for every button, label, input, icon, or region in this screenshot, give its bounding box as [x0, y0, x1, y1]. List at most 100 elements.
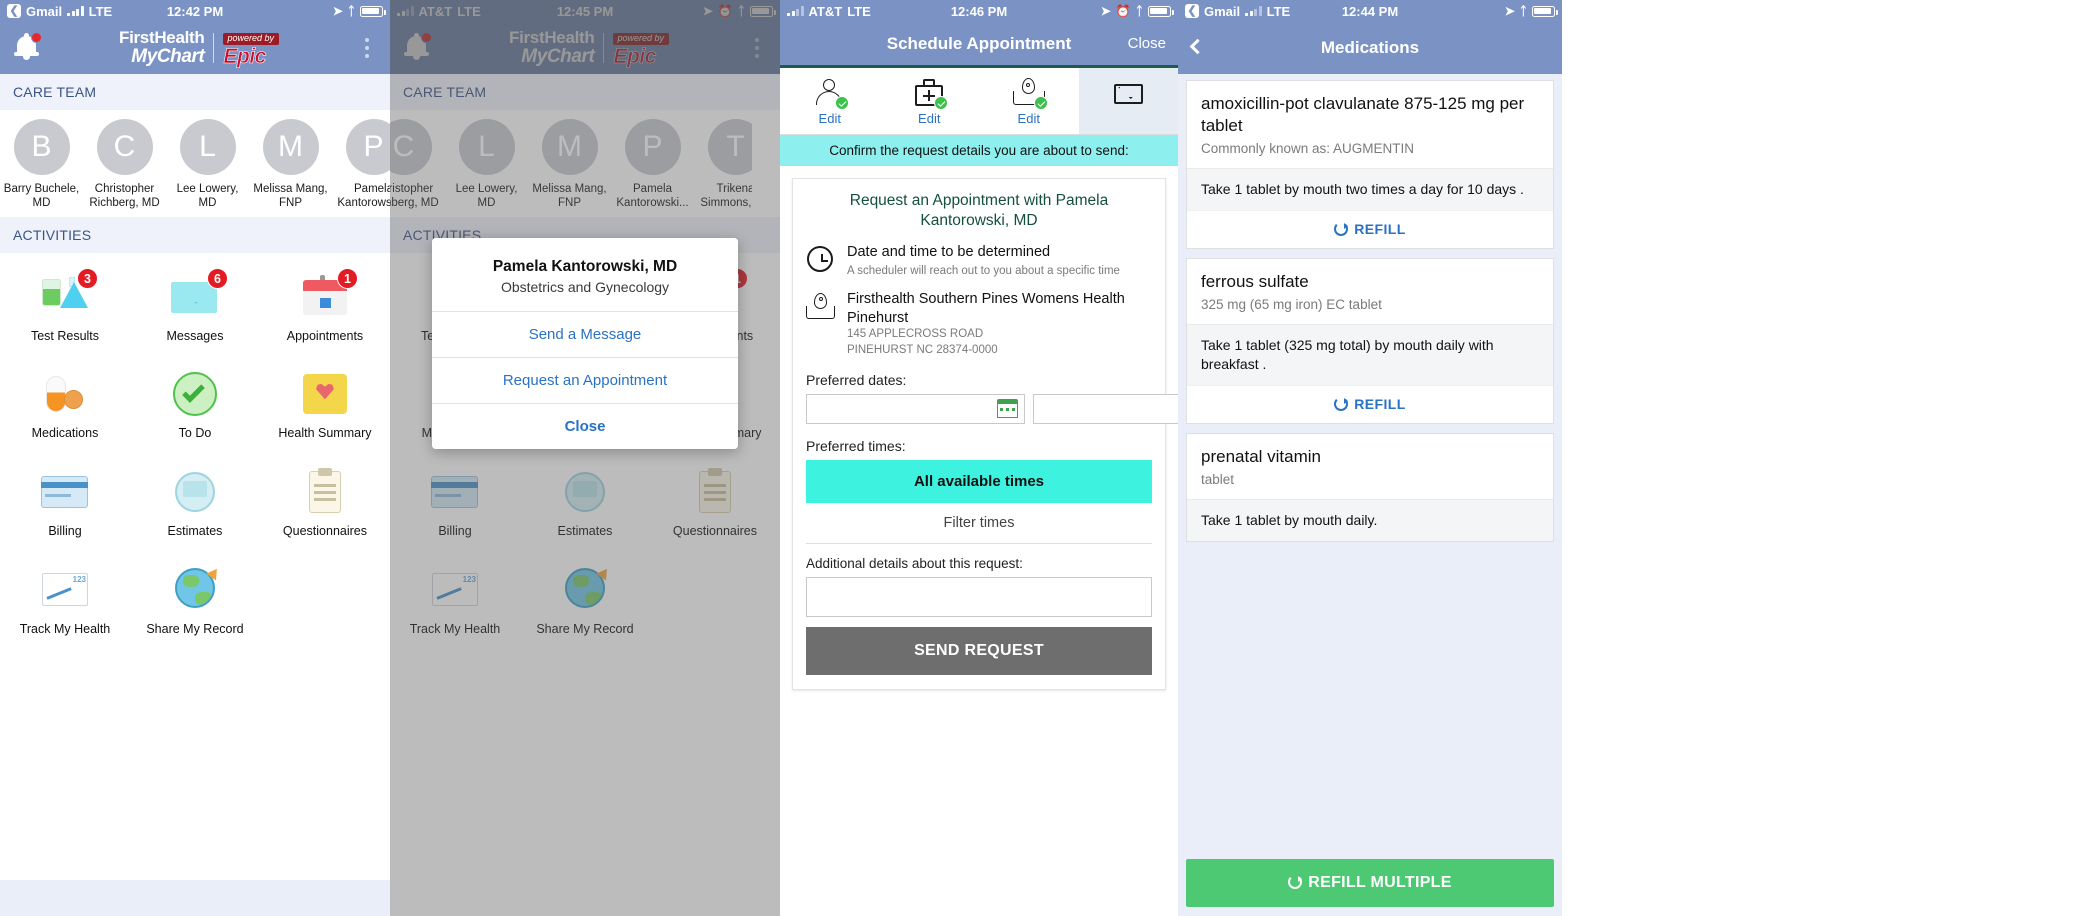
care-team-member[interactable]: M Melissa Mang, FNP — [249, 119, 332, 211]
step-edit-label[interactable]: Edit — [880, 111, 980, 126]
date-to-field[interactable] — [1033, 393, 1178, 424]
network-label: LTE — [847, 3, 871, 19]
medication-alias: tablet — [1201, 471, 1235, 487]
close-button[interactable]: Close — [1128, 35, 1166, 52]
back-to-app-icon[interactable]: ❮ — [1185, 4, 1199, 18]
medication-card[interactable]: ferrous sulfate 325 mg (65 mg iron) EC t… — [1186, 257, 1554, 425]
send-request-button[interactable]: SEND REQUEST — [806, 626, 1152, 675]
activity-share-my-record[interactable]: Share My Record — [130, 552, 260, 650]
status-left: AT&T LTE — [787, 4, 871, 19]
modal-scrim[interactable] — [390, 0, 780, 916]
step-edit-label[interactable]: Edit — [780, 111, 880, 126]
clock-icon — [806, 245, 836, 275]
epic-logo-label: Epic — [223, 44, 266, 68]
brand-logo: FirstHealth MyChart powered by Epic — [118, 28, 280, 68]
additional-details-input[interactable] — [807, 577, 1151, 616]
battery-icon — [1532, 5, 1558, 17]
avatar: M — [262, 119, 319, 175]
step-location[interactable]: Edit — [979, 68, 1079, 134]
alarm-icon: ⏰ — [1115, 4, 1131, 18]
globe-icon — [169, 565, 222, 614]
battery-icon — [360, 5, 386, 17]
activity-medications[interactable]: Medications — [0, 356, 130, 454]
send-a-message-button[interactable]: Send a Message — [432, 311, 738, 357]
activities-grid: 3 Test Results 6 Messages 1 Appointments — [0, 252, 390, 650]
care-team-member-name: Pamela Kantorowski... — [337, 183, 390, 210]
badge-count: 6 — [206, 267, 228, 289]
care-team-header: CARE TEAM — [0, 74, 390, 110]
green-check-icon — [169, 370, 221, 418]
close-button[interactable]: Close — [432, 403, 738, 449]
modal-title: Pamela Kantorowski, MD — [492, 258, 678, 275]
activity-questionnaires[interactable]: Questionnaires — [260, 454, 390, 552]
care-team-member-name: Barry Buchele, MD — [3, 183, 80, 210]
back-to-app-icon[interactable]: ❮ — [7, 4, 21, 18]
activity-messages[interactable]: 6 Messages — [130, 259, 260, 357]
badge-count: 3 — [76, 267, 98, 289]
refill-button[interactable]: REFILL — [1187, 209, 1553, 248]
back-app-label: Gmail — [26, 3, 63, 19]
brand-line1: FirstHealth — [118, 28, 205, 48]
activity-health-summary[interactable]: Health Summary — [260, 356, 390, 454]
medical-kit-check-icon — [911, 78, 949, 110]
medication-card[interactable]: amoxicillin-pot clavulanate 875-125 mg p… — [1186, 80, 1554, 249]
medication-card[interactable]: prenatal vitamin tablet Take 1 tablet by… — [1186, 433, 1554, 543]
back-button[interactable] — [1189, 38, 1206, 57]
calendar-picker-icon[interactable] — [995, 397, 1021, 421]
refill-multiple-button[interactable]: REFILL MULTIPLE — [1186, 859, 1554, 907]
care-team-member[interactable]: L Lee Lowery, MD — [166, 119, 249, 211]
screenshot-root: ❮ Gmail LTE 12:42 PM ➤ ᛏ FirstHealth MyC… — [0, 0, 2100, 916]
activity-test-results[interactable]: 3 Test Results — [0, 259, 130, 357]
activity-to-do[interactable]: To Do — [130, 356, 260, 454]
care-team-member[interactable]: B Barry Buchele, MD — [0, 119, 83, 211]
signal-bars-icon — [1245, 6, 1262, 16]
care-team-member[interactable]: C Christopher Richberg, MD — [83, 119, 166, 211]
status-left: ❮ Gmail LTE — [7, 4, 112, 19]
activity-estimates[interactable]: Estimates — [130, 454, 260, 552]
activity-billing[interactable]: Billing — [0, 454, 130, 552]
preferred-dates-inputs — [806, 393, 1178, 424]
status-right: ➤ ᛏ — [1505, 4, 1558, 18]
additional-details-field[interactable] — [806, 576, 1152, 617]
date-to-input[interactable] — [1034, 394, 1178, 423]
network-label: LTE — [1266, 3, 1291, 19]
activity-track-my-health[interactable]: 123 Track My Health — [0, 552, 130, 650]
step-edit-label[interactable]: Edit — [979, 111, 1079, 126]
lab-flask-icon: 3 — [39, 267, 98, 321]
notification-bell-icon[interactable] — [12, 32, 42, 64]
screen-medications: ❮ Gmail LTE 12:44 PM ➤ ᛏ Medications amo… — [1178, 0, 1562, 916]
care-team-member[interactable]: P Pamela Kantorowski... — [332, 119, 390, 211]
activity-label: Share My Record — [146, 621, 244, 636]
location-address-line2: PINEHURST NC 28374-0000 — [847, 343, 998, 356]
status-bar: AT&T LTE 12:46 PM ➤ ⏰ ᛏ — [780, 0, 1178, 22]
care-team-member-name: Christopher Richberg, MD — [89, 183, 160, 210]
status-right: ➤ ⏰ ᛏ — [1101, 4, 1174, 18]
modal-header: Pamela Kantorowski, MD Obstetrics and Gy… — [432, 238, 738, 311]
heart-folder-icon — [299, 370, 351, 418]
step-review[interactable] — [1078, 68, 1178, 134]
clipboard-icon — [299, 468, 351, 516]
status-left: ❮ Gmail LTE — [1185, 4, 1290, 19]
avatar: C — [96, 119, 153, 175]
activity-label: To Do — [178, 426, 212, 441]
activity-appointments[interactable]: 1 Appointments — [260, 259, 390, 357]
care-team-list[interactable]: B Barry Buchele, MD C Christopher Richbe… — [0, 110, 390, 217]
step-reason[interactable]: Edit — [880, 68, 980, 134]
status-bar: ❮ Gmail LTE 12:44 PM ➤ ᛏ — [1178, 0, 1562, 22]
refill-button[interactable]: REFILL — [1187, 385, 1553, 423]
activity-label: Health Summary — [278, 426, 372, 441]
step-provider[interactable]: Edit — [780, 68, 880, 134]
location-arrow-icon: ➤ — [332, 4, 343, 18]
all-available-times-button[interactable]: All available times — [806, 459, 1152, 503]
signal-bars-icon — [787, 6, 804, 16]
medication-header: prenatal vitamin tablet — [1187, 434, 1553, 499]
activity-label: Estimates — [167, 524, 223, 538]
overflow-menu-icon[interactable] — [356, 38, 378, 58]
filter-times-button[interactable]: Filter times — [806, 503, 1152, 544]
refill-label: REFILL — [1354, 396, 1406, 413]
datetime-title: Date and time to be determined — [847, 243, 1051, 260]
date-from-field[interactable] — [806, 393, 1025, 424]
request-an-appointment-button[interactable]: Request an Appointment — [432, 357, 738, 403]
date-from-input[interactable] — [807, 394, 995, 423]
care-team-member-name: Lee Lowery, MD — [176, 183, 239, 210]
